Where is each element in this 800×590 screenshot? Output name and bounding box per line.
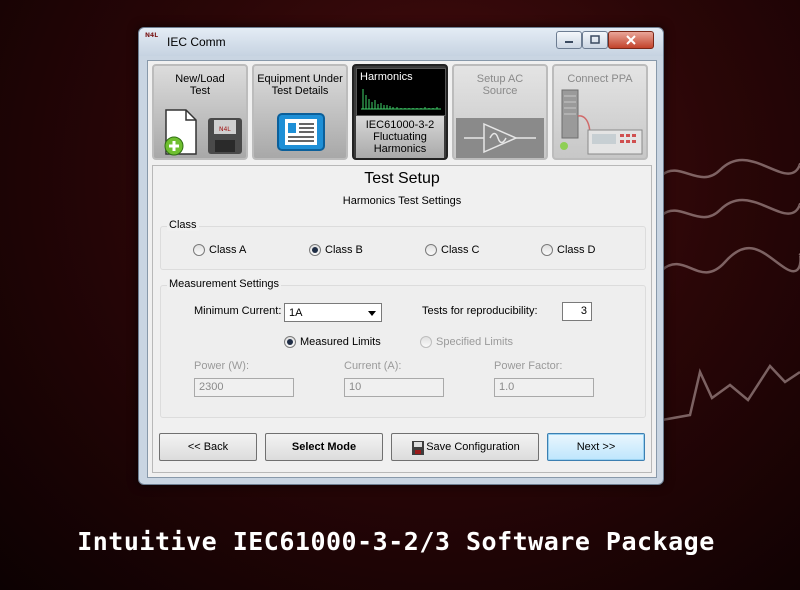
save-disk-icon: N4L	[208, 118, 242, 154]
minimize-button[interactable]	[556, 31, 582, 49]
window-title: IEC Comm	[167, 35, 226, 49]
test-setup-panel: Test Setup Harmonics Test Settings Class…	[152, 165, 652, 473]
radio-label: Specified Limits	[436, 336, 514, 348]
measurement-group-label: Measurement Settings	[167, 278, 282, 290]
svg-text:N4L: N4L	[219, 126, 231, 133]
ac-source-icon	[456, 118, 544, 158]
harmonics-spectrum-icon	[361, 89, 441, 110]
step-harmonics[interactable]: Harmonics IEC61000-3-2 Fluctuating Harmo…	[352, 64, 448, 160]
page-subtitle: Harmonics Test Settings	[342, 195, 462, 207]
specified-limits-radio[interactable]: Specified Limits	[420, 335, 513, 349]
min-current-select[interactable]: 1A	[284, 303, 382, 322]
current-label: Current (A):	[344, 360, 402, 372]
step-label: Equipment Under Test Details	[257, 73, 343, 97]
close-icon	[626, 35, 636, 45]
class-d-radio[interactable]: Class D	[541, 243, 596, 257]
class-b-radio[interactable]: Class B	[309, 243, 363, 257]
step-label: Setup AC Source	[476, 73, 524, 97]
power-input[interactable]: 2300	[194, 378, 294, 397]
save-configuration-button[interactable]: Save Configuration	[391, 433, 539, 461]
input-value: 10	[349, 381, 362, 393]
power-label: Power (W):	[194, 360, 249, 372]
current-input[interactable]: 10	[344, 378, 444, 397]
step-label: New/Load Test	[175, 73, 225, 97]
step-navigation: New/Load Test N4L Equipment Under Test D…	[152, 64, 652, 164]
step-new-load-test[interactable]: New/Load Test N4L	[152, 64, 248, 160]
harmonics-preview: Harmonics	[356, 68, 446, 116]
dropdown-arrow-icon	[368, 311, 376, 316]
step-connect-ppa[interactable]: Connect PPA	[552, 64, 648, 160]
radio-label: Class C	[441, 244, 480, 256]
class-group-label: Class	[167, 219, 199, 231]
radio-label: Measured Limits	[300, 336, 381, 348]
step-equipment-details[interactable]: Equipment Under Test Details	[252, 64, 348, 160]
power-factor-label: Power Factor:	[494, 360, 563, 372]
save-label: Save Configuration	[426, 441, 520, 453]
class-a-radio[interactable]: Class A	[193, 243, 246, 257]
input-value: 1.0	[499, 381, 515, 393]
radio-label: Class A	[209, 244, 247, 256]
power-factor-input[interactable]: 1.0	[494, 378, 594, 397]
step-label: IEC61000-3-2 Fluctuating Harmonics	[365, 119, 435, 155]
page-title: Test Setup	[364, 170, 440, 187]
title-bar: N4L IEC Comm	[139, 28, 663, 56]
step-setup-ac-source[interactable]: Setup AC Source	[452, 64, 548, 160]
minimize-icon	[565, 41, 573, 43]
promo-caption: Intuitive IEC61000-3-2/3 Software Packag…	[77, 527, 715, 556]
measured-limits-radio[interactable]: Measured Limits	[284, 335, 381, 349]
repro-input[interactable]: 3	[562, 302, 592, 321]
app-logo-icon: N4L	[145, 32, 159, 39]
back-button[interactable]: << Back	[159, 433, 257, 461]
harmonics-info: IEC61000-3-2 Fluctuating Harmonics	[356, 116, 444, 158]
floppy-disk-icon	[412, 441, 424, 455]
document-icon	[277, 113, 325, 151]
next-button[interactable]: Next >>	[547, 433, 645, 461]
select-value: 1A	[289, 307, 303, 319]
input-value: 2300	[199, 381, 224, 393]
maximize-icon	[590, 35, 600, 44]
client-area: New/Load Test N4L Equipment Under Test D…	[147, 60, 657, 478]
repro-label: Tests for reproducibility:	[422, 305, 538, 317]
new-file-icon	[164, 109, 197, 156]
select-mode-button[interactable]: Select Mode	[265, 433, 383, 461]
radio-label: Class D	[557, 244, 596, 256]
input-value: 3	[580, 305, 587, 317]
step-label: Connect PPA	[567, 73, 633, 85]
app-window: N4L IEC Comm New/Load Test N4L Equipment…	[138, 27, 664, 485]
radio-label: Class B	[325, 244, 363, 256]
power-analyzer-icon	[560, 89, 643, 155]
maximize-button[interactable]	[582, 31, 608, 49]
class-c-radio[interactable]: Class C	[425, 243, 480, 257]
min-current-label: Minimum Current:	[194, 305, 282, 317]
close-button[interactable]	[608, 31, 654, 49]
